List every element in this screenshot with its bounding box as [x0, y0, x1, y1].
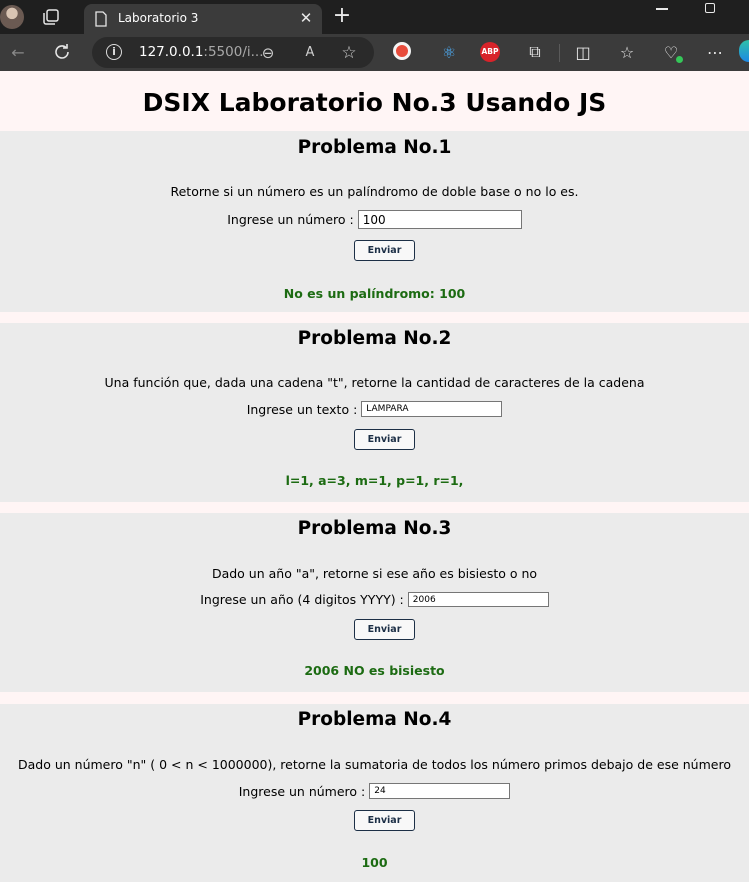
- problem-1-number-input[interactable]: [357, 210, 522, 229]
- react-devtools-icon[interactable]: ⚛: [438, 41, 460, 63]
- refresh-icon[interactable]: [51, 41, 73, 63]
- page-icon: [95, 11, 107, 27]
- copilot-icon[interactable]: [739, 40, 749, 62]
- problem-3-input-label: Ingrese un año (4 digitos YYYY) :: [200, 592, 404, 607]
- extensions-puzzle-icon[interactable]: ⧉: [524, 41, 546, 63]
- problem-3-description: Dado un año "a", retorne si ese año es b…: [211, 566, 538, 581]
- problem-2-input-label: Ingrese un texto :: [246, 401, 358, 417]
- read-aloud-icon[interactable]: A: [301, 44, 319, 62]
- problem-1-heading: Problema No.1: [297, 137, 452, 158]
- adblock-icon[interactable]: ABP: [480, 42, 500, 62]
- minimize-window-icon[interactable]: [656, 8, 668, 10]
- split-screen-icon[interactable]: ◫: [572, 41, 594, 63]
- problem-2-input-row: Ingrese un texto :: [0, 401, 749, 417]
- new-tab-icon[interactable]: +: [331, 5, 353, 27]
- zoom-icon[interactable]: ⊖: [259, 44, 277, 62]
- favorite-star-icon[interactable]: ☆: [340, 44, 358, 62]
- page-title: DSIX Laboratorio No.3 Usando JS: [142, 88, 607, 117]
- problem-2-result: l=1, a=3, m=1, p=1, r=1,: [285, 473, 464, 488]
- tab-laboratorio[interactable]: Laboratorio 3 ✕: [84, 4, 322, 34]
- browser-tab-bar: Laboratorio 3 ✕ +: [0, 0, 749, 34]
- status-dot: [676, 56, 683, 63]
- problem-3-submit-button[interactable]: Enviar: [354, 619, 415, 640]
- problem-2-section: Problema No.2 Una función que, dada una …: [0, 323, 749, 502]
- problem-4-section: Problema No.4 Dado un número "n" ( 0 < n…: [0, 704, 749, 882]
- problem-1-input-row: Ingrese un número :: [0, 210, 749, 229]
- problem-1-result: No es un palíndromo: 100: [283, 286, 466, 301]
- more-menu-icon[interactable]: ⋯: [704, 41, 726, 63]
- browser-toolbar: ← i 127.0.0.1:5500/i... ⊖ A ☆ ⚛ ABP ⧉ ◫ …: [0, 34, 749, 71]
- extension-q-icon[interactable]: [393, 42, 411, 60]
- problem-2-heading: Problema No.2: [297, 328, 452, 349]
- toolbar-separator: [559, 44, 560, 62]
- problem-1-section: Problema No.1 Retorne si un número es un…: [0, 131, 749, 312]
- problem-4-number-input[interactable]: [369, 783, 511, 799]
- close-tab-icon[interactable]: ✕: [297, 9, 315, 27]
- problem-1-description: Retorne si un número es un palíndromo de…: [170, 184, 579, 199]
- back-icon[interactable]: ←: [7, 41, 29, 63]
- url-text[interactable]: 127.0.0.1:5500/i...: [139, 44, 264, 60]
- tab-title: Laboratorio 3: [118, 11, 199, 25]
- problem-4-description: Dado un número "n" ( 0 < n < 1000000), r…: [18, 757, 731, 772]
- maximize-window-icon[interactable]: [705, 3, 715, 13]
- problem-4-heading: Problema No.4: [297, 709, 452, 730]
- profile-avatar[interactable]: [0, 5, 24, 29]
- problem-4-input-label: Ingrese un número :: [238, 783, 366, 799]
- site-info-icon[interactable]: i: [106, 44, 122, 60]
- workspaces-icon[interactable]: [40, 7, 62, 27]
- problem-3-year-input[interactable]: [407, 592, 549, 607]
- problem-3-heading: Problema No.3: [297, 518, 452, 539]
- address-bar[interactable]: i 127.0.0.1:5500/i... ⊖ A ☆: [92, 37, 374, 68]
- problem-1-submit-button[interactable]: Enviar: [354, 240, 415, 261]
- problem-2-description: Una función que, dada una cadena "t", re…: [104, 375, 645, 390]
- problem-4-submit-button[interactable]: Enviar: [354, 810, 415, 831]
- problem-2-submit-button[interactable]: Enviar: [354, 429, 415, 450]
- problem-4-input-row: Ingrese un número :: [0, 783, 749, 799]
- problem-4-result: 100: [361, 855, 388, 870]
- favorites-icon[interactable]: ☆: [616, 41, 638, 63]
- problem-3-result: 2006 NO es bisiesto: [304, 663, 445, 678]
- problem-3-section: Problema No.3 Dado un año "a", retorne s…: [0, 513, 749, 692]
- problem-2-text-input[interactable]: [361, 401, 503, 417]
- page-body: DSIX Laboratorio No.3 Usando JS Problema…: [0, 71, 749, 882]
- problem-3-input-row: Ingrese un año (4 digitos YYYY) :: [0, 592, 749, 607]
- problem-1-input-label: Ingrese un número :: [227, 212, 354, 227]
